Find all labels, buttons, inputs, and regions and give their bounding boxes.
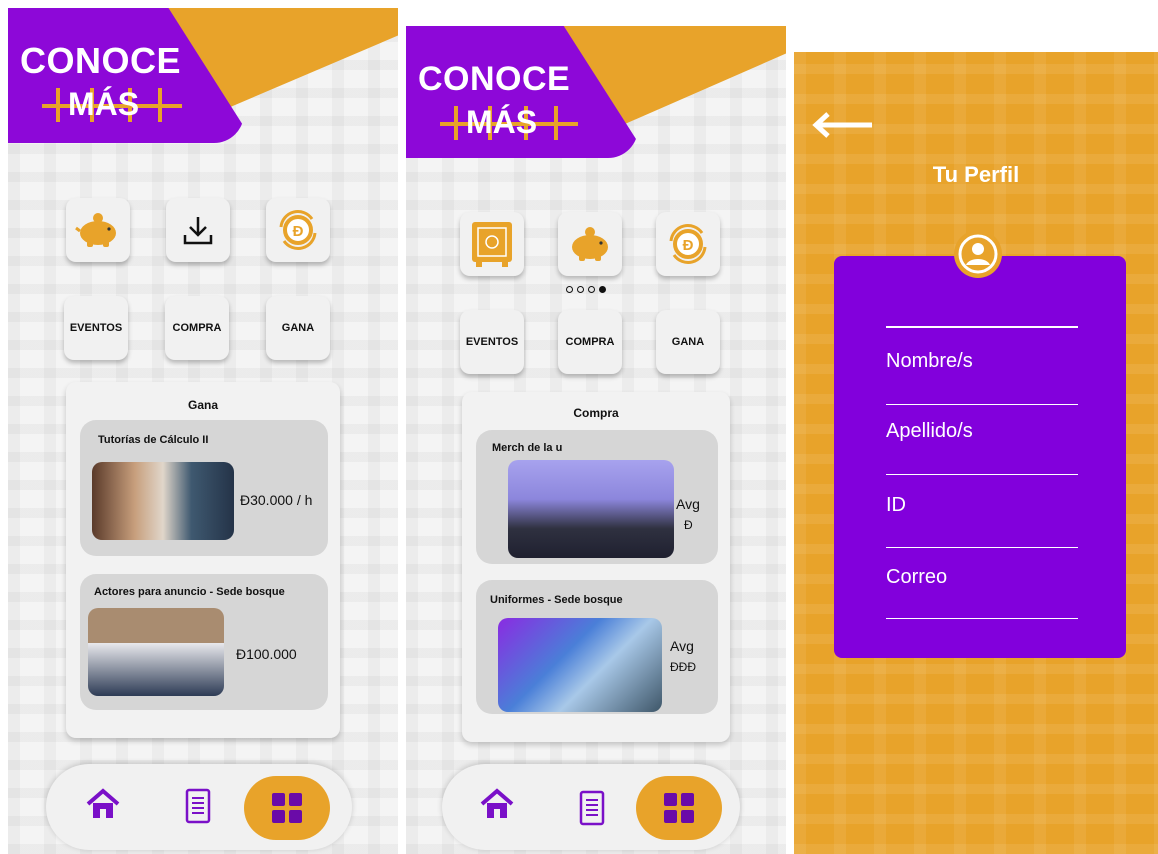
field-apellido[interactable]: Apellido/s (886, 420, 973, 443)
grid-icon (664, 793, 694, 823)
item-price: Đ100.000 (236, 646, 297, 662)
item-title: Uniformes - Sede bosque (490, 594, 623, 606)
screen-gana: CONOCE MÁS Đ EVENTOS COMPRA GANA Gana Tu… (8, 8, 398, 854)
currency-refresh-button[interactable]: Đ (656, 212, 720, 276)
category-compra[interactable]: COMPRA (165, 296, 229, 360)
category-label: COMPRA (565, 336, 615, 348)
logo-tick (56, 88, 60, 122)
nav-document[interactable] (578, 790, 606, 830)
logo-tick (454, 106, 458, 140)
category-gana[interactable]: GANA (656, 310, 720, 374)
download-button[interactable] (166, 198, 230, 262)
page-title: Tu Perfil (932, 162, 1020, 187)
logo-line2: MÁS (466, 104, 538, 140)
category-compra[interactable]: COMPRA (558, 310, 622, 374)
section-card: Compra Merch de la u Avg Đ Uniformes - S… (462, 392, 730, 742)
header-banner: CONOCE MÁS (8, 8, 398, 148)
home-icon (86, 788, 120, 818)
field-correo[interactable]: Correo (886, 566, 947, 589)
logo-line1: CONOCE (418, 60, 571, 98)
item-title: Actores para anuncio - Sede bosque (94, 586, 285, 598)
section-title: Gana (187, 398, 218, 412)
safe-button[interactable] (460, 212, 524, 276)
nav-home[interactable] (86, 788, 120, 824)
category-label: EVENTOS (465, 336, 519, 348)
list-item[interactable]: Actores para anuncio - Sede bosque Đ100.… (80, 574, 328, 710)
logo-tick (158, 88, 162, 122)
header-banner: CONOCE MÁS (406, 26, 786, 166)
item-price-line1: Avg (676, 496, 700, 512)
nav-document[interactable] (184, 788, 212, 828)
screen-profile: Tu Perfil Nombre/s Apellido/s ID Correo (794, 52, 1158, 854)
divider (886, 618, 1078, 619)
category-label: GANA (671, 336, 705, 348)
item-price: Đ30.000 / h (240, 492, 313, 508)
piggy-bank-icon (572, 227, 608, 261)
field-id[interactable]: ID (886, 494, 906, 517)
category-eventos[interactable]: EVENTOS (460, 310, 524, 374)
item-price-line2: ĐĐĐ (670, 660, 696, 674)
item-photo (508, 460, 674, 558)
bottom-nav (46, 764, 352, 850)
home-icon (480, 788, 514, 818)
item-title: Merch de la u (492, 442, 563, 454)
user-icon (958, 234, 998, 274)
nav-home[interactable] (480, 788, 514, 824)
carousel-dot[interactable] (577, 286, 584, 293)
divider (886, 474, 1078, 475)
list-item[interactable]: Uniformes - Sede bosque Avg ĐĐĐ (476, 580, 718, 714)
profile-card: Nombre/s Apellido/s ID Correo (834, 256, 1126, 658)
arrow-left-icon (812, 112, 872, 138)
carousel-dot-active[interactable] (599, 286, 606, 293)
svg-text:Đ: Đ (293, 223, 304, 240)
category-label: EVENTOS (69, 322, 123, 334)
currency-refresh-icon: Đ (279, 210, 317, 250)
grid-icon (272, 793, 302, 823)
item-title: Tutorías de Cálculo II (98, 434, 209, 446)
list-item[interactable]: Tutorías de Cálculo II Đ30.000 / h (80, 420, 328, 556)
item-photo (88, 608, 224, 696)
avatar[interactable] (954, 230, 1002, 278)
back-button[interactable] (812, 112, 876, 142)
section-title: Compra (573, 406, 619, 420)
currency-refresh-button[interactable]: Đ (266, 198, 330, 262)
divider (886, 547, 1078, 548)
piggy-bank-button[interactable] (558, 212, 622, 276)
category-label: COMPRA (172, 322, 222, 334)
category-eventos[interactable]: EVENTOS (64, 296, 128, 360)
divider (886, 404, 1078, 405)
bottom-nav (442, 764, 740, 850)
carousel-dot[interactable] (588, 286, 595, 293)
piggy-bank-icon (75, 213, 116, 247)
logo-line1: CONOCE (20, 40, 182, 81)
carousel-dot[interactable] (566, 286, 573, 293)
divider (886, 326, 1078, 328)
item-photo (498, 618, 662, 712)
section-card: Gana Tutorías de Cálculo II Đ30.000 / h … (66, 382, 340, 738)
field-nombre[interactable]: Nombre/s (886, 350, 973, 373)
logo-line2: MÁS (68, 86, 140, 122)
carousel-dots (566, 286, 606, 293)
category-label: GANA (281, 322, 315, 334)
item-photo (92, 462, 234, 540)
document-icon (185, 788, 211, 824)
item-price-line1: Avg (670, 638, 694, 654)
logo-tick (554, 106, 558, 140)
nav-grid[interactable] (244, 776, 330, 840)
item-price-line2: Đ (684, 518, 693, 532)
safe-icon (472, 222, 512, 267)
download-icon (183, 217, 213, 245)
category-gana[interactable]: GANA (266, 296, 330, 360)
piggy-bank-button[interactable] (66, 198, 130, 262)
currency-refresh-icon: Đ (669, 224, 707, 264)
screen-compra: CONOCE MÁS Đ EVENTOS COMPRA GANA Compra … (406, 26, 786, 854)
nav-grid[interactable] (636, 776, 722, 840)
svg-text:Đ: Đ (683, 237, 694, 254)
list-item[interactable]: Merch de la u Avg Đ (476, 430, 718, 564)
document-icon (579, 790, 605, 826)
